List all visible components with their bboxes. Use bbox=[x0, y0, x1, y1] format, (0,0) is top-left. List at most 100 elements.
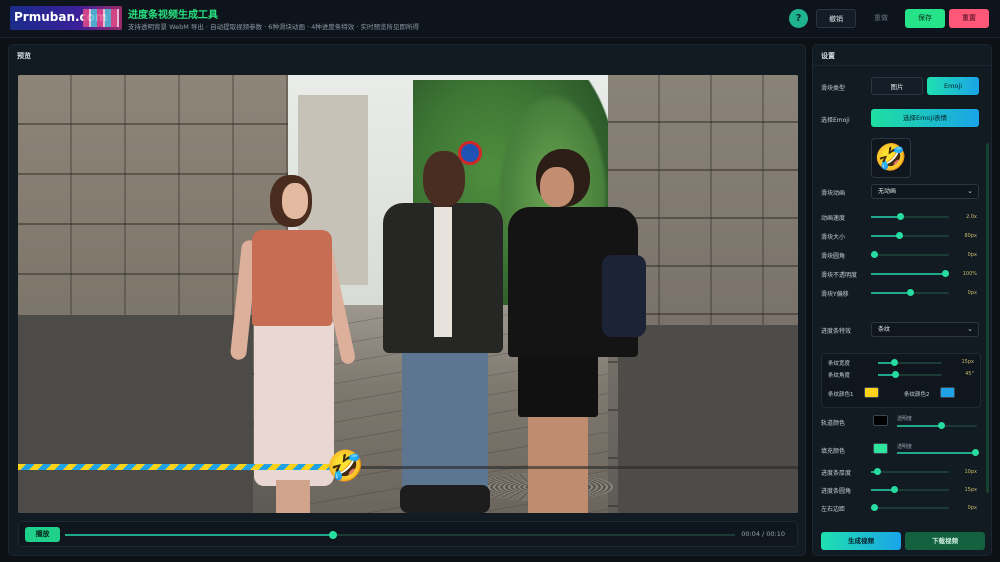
extra-slider-2[interactable] bbox=[871, 504, 949, 511]
settings-scrollbar[interactable] bbox=[986, 143, 989, 493]
emoji-label: 选择Emoji bbox=[821, 117, 850, 124]
effect-select-value: 条纹 bbox=[878, 326, 891, 333]
help-button[interactable]: ? bbox=[789, 9, 808, 28]
slider-type-image-button[interactable]: 图片 bbox=[871, 77, 923, 95]
extra-value-1: 15px bbox=[964, 487, 978, 493]
extra-slider-0[interactable] bbox=[871, 468, 949, 475]
stripe-color1-swatch[interactable] bbox=[864, 387, 879, 398]
slider-knob[interactable] bbox=[871, 504, 879, 511]
slider-knob[interactable] bbox=[897, 213, 905, 220]
slider-knob[interactable] bbox=[873, 468, 881, 475]
slider-label-2: 滑块圆角 bbox=[821, 253, 846, 260]
chevron-down-icon: ⌄ bbox=[967, 187, 973, 195]
slider-label-3: 滑块不透明度 bbox=[821, 272, 858, 279]
download-video-button[interactable]: 下载视频 bbox=[905, 532, 985, 550]
slider-fill bbox=[871, 273, 946, 275]
video-wall-right-base bbox=[618, 325, 798, 513]
slider-value-2: 0px bbox=[967, 252, 977, 258]
person-middle-shoes bbox=[400, 485, 490, 513]
slider-label-0: 动画速度 bbox=[821, 215, 846, 222]
stripe-width-label: 条纹宽度 bbox=[828, 361, 851, 367]
settings-panel: 设置 滑块类型 图片 Emoji 选择Emoji 选择Emoji表情 🤣 滑块动… bbox=[812, 44, 992, 556]
slider-type-emoji-button[interactable]: Emoji bbox=[927, 77, 979, 95]
person-right-shorts bbox=[518, 351, 598, 417]
logo-graphic bbox=[83, 9, 119, 27]
slider-slider-2[interactable] bbox=[871, 251, 949, 258]
fill-color-swatch[interactable] bbox=[873, 443, 888, 454]
reset-button[interactable]: 重置 bbox=[949, 9, 989, 28]
track-color-swatch[interactable] bbox=[873, 415, 888, 426]
undo-button[interactable]: 撤销 bbox=[816, 9, 856, 28]
track-color-label: 轨道颜色 bbox=[821, 420, 846, 427]
time-readout: 00:04 / 00:10 bbox=[741, 530, 785, 538]
slider-slider-4[interactable] bbox=[871, 289, 949, 296]
extra-value-2: 0px bbox=[967, 505, 977, 511]
slider-knob bbox=[937, 422, 945, 429]
stripe-angle-slider[interactable] bbox=[878, 371, 942, 378]
stripe-width-value: 15px bbox=[961, 359, 975, 365]
slider-fill bbox=[871, 292, 910, 294]
emoji-preview: 🤣 bbox=[871, 138, 911, 178]
choose-emoji-button[interactable]: 选择Emoji表情 bbox=[871, 109, 979, 127]
app-header: Prmuban.com 进度条视频生成工具 支持透明背景 WebM 导出 · 自… bbox=[0, 0, 1000, 38]
slider-knob bbox=[892, 371, 900, 378]
stripe-color1-label: 条纹颜色1 bbox=[828, 392, 854, 398]
fill-opacity-slider[interactable] bbox=[897, 449, 979, 456]
slider-type-label: 滑块类型 bbox=[821, 85, 846, 92]
save-button[interactable]: 保存 bbox=[905, 9, 945, 28]
person-left-top bbox=[252, 230, 332, 326]
track-opacity-slider[interactable] bbox=[897, 422, 977, 429]
slider-fill bbox=[871, 235, 900, 237]
preview-title: 预览 bbox=[17, 52, 31, 60]
preview-panel: 预览 🤣 播放 00:04 / 00:10 bbox=[8, 44, 806, 556]
slider-knob[interactable] bbox=[895, 232, 903, 239]
slider-knob[interactable] bbox=[906, 289, 914, 296]
extra-label-1: 进度条圆角 bbox=[821, 488, 852, 495]
slider-knob[interactable] bbox=[941, 270, 949, 277]
slider-knob[interactable] bbox=[871, 251, 879, 258]
play-button[interactable]: 播放 bbox=[25, 527, 60, 542]
stripe-width-slider[interactable] bbox=[878, 359, 942, 366]
logo[interactable]: Prmuban.com bbox=[10, 6, 122, 30]
slider-label-4: 滑块Y偏移 bbox=[821, 291, 849, 298]
slider-value-3: 100% bbox=[962, 271, 977, 277]
effect-select[interactable]: 条纹 ⌄ bbox=[871, 322, 979, 337]
slider-value-4: 0px bbox=[967, 290, 977, 296]
slider-slider-0[interactable] bbox=[871, 213, 949, 220]
video-wall-left-base bbox=[18, 315, 253, 513]
slider-slider-3[interactable] bbox=[871, 270, 949, 277]
extra-slider-1[interactable] bbox=[871, 486, 949, 493]
stripe-color2-label: 条纹颜色2 bbox=[904, 392, 930, 398]
slider-label-1: 滑块大小 bbox=[821, 234, 846, 241]
fill-color-label: 填充颜色 bbox=[821, 448, 846, 455]
app-subtitle: 支持透明背景 WebM 导出 · 自动提取视频参数 · 6种滑块动画 · 4种进… bbox=[128, 23, 419, 31]
person-middle-head bbox=[423, 151, 465, 207]
generate-video-button[interactable]: 生成视频 bbox=[821, 532, 901, 550]
person-middle-shirt bbox=[434, 207, 452, 337]
animation-label: 滑块动画 bbox=[821, 190, 846, 197]
progress-bar-fill bbox=[18, 464, 346, 470]
redo-button[interactable]: 重做 bbox=[861, 9, 901, 28]
track-opacity-label: 透明度 bbox=[897, 416, 913, 422]
fill-opacity-label: 透明度 bbox=[897, 444, 913, 450]
video-preview[interactable]: 🤣 bbox=[18, 75, 798, 513]
slider-knob[interactable] bbox=[890, 486, 898, 493]
person-right-face bbox=[540, 167, 574, 207]
person-left-legs bbox=[276, 480, 310, 513]
extra-value-0: 10px bbox=[964, 469, 978, 475]
seek-handle[interactable] bbox=[329, 531, 337, 539]
person-left-face bbox=[282, 183, 308, 219]
chevron-down-icon: ⌄ bbox=[967, 325, 973, 333]
seek-fill bbox=[65, 534, 333, 536]
stripe-angle-value: 45° bbox=[965, 371, 974, 377]
progress-emoji-slider[interactable]: 🤣 bbox=[327, 448, 365, 486]
slider-knob bbox=[890, 359, 898, 366]
player-controls: 播放 00:04 / 00:10 bbox=[18, 521, 798, 547]
animation-select[interactable]: 无动画 ⌄ bbox=[871, 184, 979, 199]
extra-label-2: 左右边距 bbox=[821, 506, 846, 513]
person-left-skirt bbox=[254, 321, 334, 486]
slider-slider-1[interactable] bbox=[871, 232, 949, 239]
stripe-color2-swatch[interactable] bbox=[940, 387, 955, 398]
person-right-legs bbox=[528, 413, 588, 513]
app-title: 进度条视频生成工具 bbox=[128, 10, 218, 21]
